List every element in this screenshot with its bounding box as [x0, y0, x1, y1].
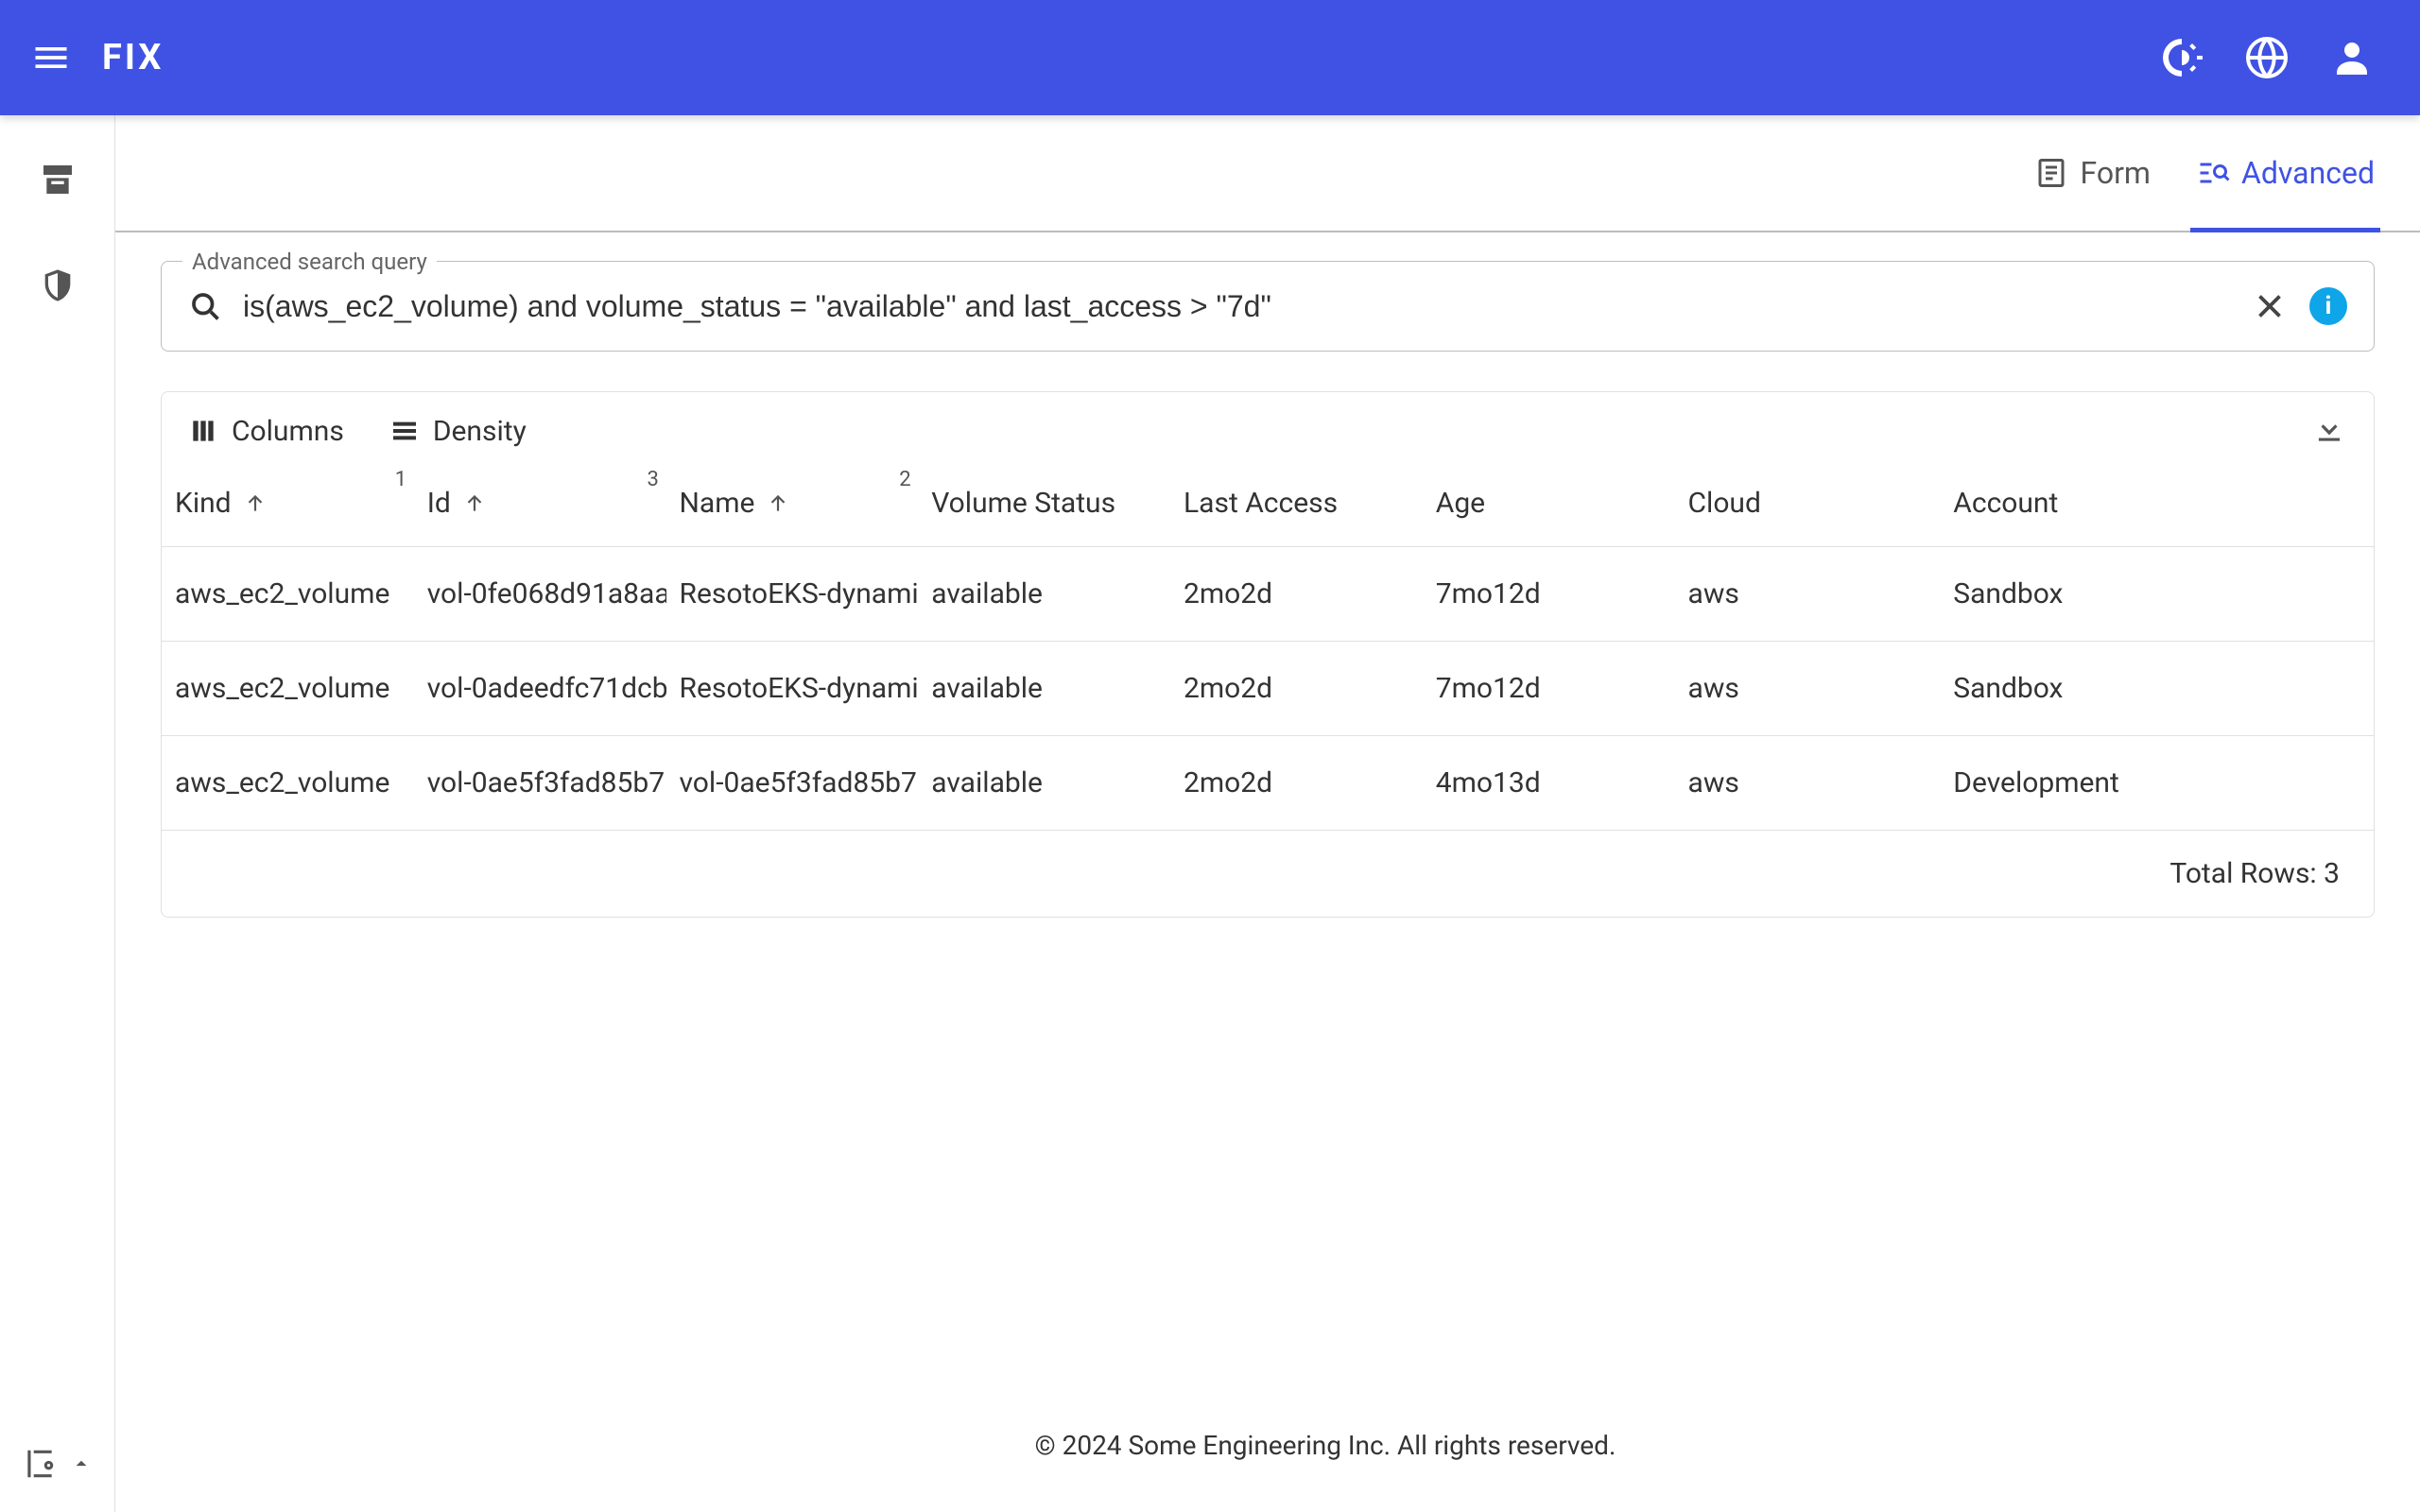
- col-age[interactable]: Age: [1423, 470, 1675, 547]
- col-id[interactable]: Id 3: [414, 470, 666, 547]
- form-icon: [2034, 156, 2068, 190]
- sidebar: [0, 115, 115, 1512]
- col-cloud[interactable]: Cloud: [1675, 470, 1941, 547]
- table-row[interactable]: aws_ec2_volumevol-0adeedfc71dcbe9ResotoE…: [162, 642, 2374, 736]
- cell-last_access: 2mo2d: [1170, 642, 1423, 736]
- cell-volume_status: available: [918, 736, 1170, 831]
- download-icon[interactable]: [2311, 411, 2347, 447]
- globe-icon[interactable]: [2244, 35, 2290, 80]
- results-card: Columns Density Kind: [161, 391, 2375, 918]
- col-volume-status[interactable]: Volume Status: [918, 470, 1170, 547]
- search-box: Advanced search query i: [161, 261, 2375, 352]
- cell-cloud: aws: [1675, 736, 1941, 831]
- cell-age: 4mo13d: [1423, 736, 1675, 831]
- sort-index: 1: [395, 468, 406, 491]
- table-row[interactable]: aws_ec2_volumevol-0ae5f3fad85b7b3vol-0ae…: [162, 736, 2374, 831]
- col-cloud-label: Cloud: [1688, 487, 1761, 520]
- chevron-up-icon: [69, 1452, 94, 1476]
- density-icon: [389, 416, 420, 446]
- cell-age: 7mo12d: [1423, 642, 1675, 736]
- col-last-access-label: Last Access: [1184, 487, 1338, 520]
- col-name[interactable]: Name 2: [666, 470, 919, 547]
- cell-volume_status: available: [918, 642, 1170, 736]
- col-account-label: Account: [1953, 487, 2058, 520]
- table-footer: Total Rows: 3: [162, 831, 2374, 917]
- tab-form-label: Form: [2080, 155, 2151, 191]
- app-logo: FIX: [102, 37, 164, 78]
- results-table: Kind 1 Id 3: [162, 470, 2374, 831]
- col-volume-status-label: Volume Status: [931, 487, 1115, 520]
- cell-last_access: 2mo2d: [1170, 547, 1423, 642]
- tab-advanced[interactable]: Advanced: [2196, 115, 2375, 231]
- sort-index: 3: [648, 468, 659, 491]
- cell-cloud: aws: [1675, 547, 1941, 642]
- cell-account: Development: [1940, 736, 2374, 831]
- col-age-label: Age: [1436, 487, 1485, 520]
- columns-label: Columns: [232, 415, 344, 448]
- user-icon[interactable]: [2329, 35, 2375, 80]
- cell-id: vol-0adeedfc71dcbe9: [414, 642, 666, 736]
- cell-id: vol-0fe068d91a8aaac: [414, 547, 666, 642]
- info-icon[interactable]: i: [2309, 287, 2347, 325]
- sort-asc-icon: [766, 491, 790, 516]
- cell-cloud: aws: [1675, 642, 1941, 736]
- col-account[interactable]: Account: [1940, 470, 2374, 547]
- search-label: Advanced search query: [182, 249, 437, 275]
- advanced-search-icon: [2196, 156, 2230, 190]
- total-rows: Total Rows: 3: [2169, 857, 2340, 890]
- clear-icon[interactable]: [2253, 289, 2287, 323]
- density-button[interactable]: Density: [389, 415, 527, 448]
- columns-icon: [188, 416, 218, 446]
- col-kind-label: Kind: [175, 487, 232, 520]
- shield-icon[interactable]: [39, 266, 77, 304]
- search-input[interactable]: [243, 289, 2232, 324]
- cell-account: Sandbox: [1940, 547, 2374, 642]
- cell-id: vol-0ae5f3fad85b7b3: [414, 736, 666, 831]
- sort-asc-icon: [243, 491, 268, 516]
- cell-name: ResotoEKS-dynamic-p: [666, 547, 919, 642]
- cell-name: ResotoEKS-dynamic-p: [666, 642, 919, 736]
- menu-icon[interactable]: [30, 37, 72, 78]
- tabs-row: Form Advanced: [115, 115, 2420, 232]
- cell-name: vol-0ae5f3fad85b7b3: [666, 736, 919, 831]
- col-kind[interactable]: Kind 1: [162, 470, 414, 547]
- col-name-label: Name: [680, 487, 755, 520]
- col-id-label: Id: [427, 487, 451, 520]
- cell-last_access: 2mo2d: [1170, 736, 1423, 831]
- cell-account: Sandbox: [1940, 642, 2374, 736]
- tab-advanced-label: Advanced: [2241, 155, 2375, 191]
- sidebar-footer[interactable]: [0, 1446, 114, 1482]
- tab-form[interactable]: Form: [2034, 115, 2151, 231]
- search-icon: [188, 289, 222, 323]
- theme-toggle-icon[interactable]: [2159, 35, 2204, 80]
- cell-kind: aws_ec2_volume: [162, 642, 414, 736]
- page-footer: © 2024 Some Engineering Inc. All rights …: [231, 1405, 2420, 1512]
- density-label: Density: [433, 415, 527, 448]
- app-header: FIX: [0, 0, 2420, 115]
- table-row[interactable]: aws_ec2_volumevol-0fe068d91a8aaacResotoE…: [162, 547, 2374, 642]
- settings-panel-icon: [22, 1446, 58, 1482]
- cell-kind: aws_ec2_volume: [162, 547, 414, 642]
- columns-button[interactable]: Columns: [188, 415, 344, 448]
- inventory-icon[interactable]: [39, 161, 77, 198]
- table-toolbar: Columns Density: [162, 392, 2374, 470]
- sort-index: 2: [899, 468, 910, 491]
- cell-volume_status: available: [918, 547, 1170, 642]
- sort-asc-icon: [462, 491, 487, 516]
- col-last-access[interactable]: Last Access: [1170, 470, 1423, 547]
- cell-kind: aws_ec2_volume: [162, 736, 414, 831]
- cell-age: 7mo12d: [1423, 547, 1675, 642]
